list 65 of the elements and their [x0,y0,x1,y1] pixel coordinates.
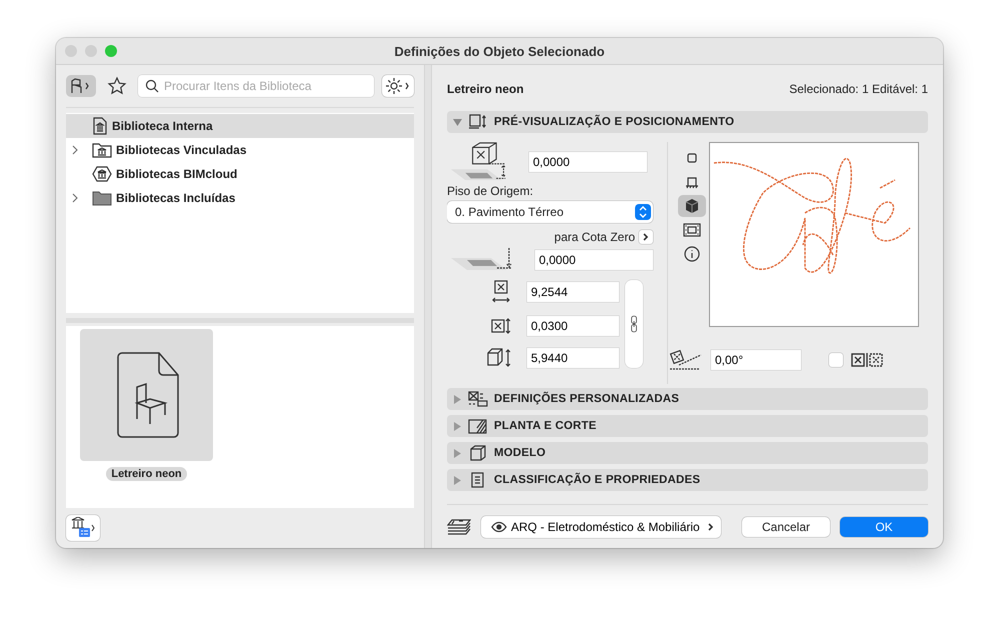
depth-icon [491,318,511,334]
expand-triangle-icon [453,422,462,430]
section-header[interactable]: PRÉ-VISUALIZAÇÃO E POSICIONAMENTO [447,111,928,133]
search-field[interactable]: Procurar Itens da Biblioteca [138,75,374,97]
origin-story-select[interactable]: 0. Pavimento Térreo [447,201,653,223]
search-icon [145,79,159,93]
library-manager-button[interactable] [66,515,100,541]
library-hexagon-icon [92,166,112,182]
width-field[interactable]: 9,2544 [527,282,619,302]
chevron-right-icon[interactable] [70,145,80,155]
depth-field[interactable]: 0,0300 [527,316,619,336]
width-icon [491,280,511,304]
height-field[interactable]: 5,9440 [527,348,619,368]
library-folder-icon [92,142,112,158]
link-button[interactable] [625,280,643,368]
square-icon [687,153,697,163]
section-icon [685,175,699,189]
zero-elevation-field[interactable]: 0,0000 [535,250,653,270]
tree-item[interactable]: Bibliotecas Incluídas [66,186,414,210]
mirror-checkbox[interactable] [829,353,843,367]
tree-item[interactable]: Bibliotecas BIMcloud [66,162,414,186]
collapse-triangle-icon [453,118,462,126]
preview-icon [468,114,488,130]
section-header[interactable]: PLANTA E CORTE [447,415,928,437]
settings-grid-icon [468,391,488,407]
expand-triangle-icon [453,394,462,404]
origin-story-label: Piso de Origem: [447,184,534,198]
section-header[interactable]: MODELO [447,442,928,464]
info-icon [684,246,700,262]
rotation-angle-icon [669,349,703,371]
film-strip-icon [683,223,701,237]
tree-item[interactable]: Bibliotecas Vinculadas [66,138,414,162]
settings-button[interactable] [382,75,414,97]
section-header[interactable]: CLASSIFICAÇÃO E PROPRIEDADES [447,469,928,491]
object-thumbnail[interactable] [80,329,213,461]
window-title: Definições do Objeto Selecionado [393,44,606,58]
zero-level-button[interactable] [639,230,653,244]
view-button[interactable] [678,195,706,217]
library-document-icon [92,117,108,135]
stepper-icon [635,204,651,220]
height-icon [487,348,511,368]
plan-section-icon [468,418,488,434]
angle-field[interactable]: 0,00° [711,350,801,370]
object-name: Letreiro neon [447,82,524,96]
expand-triangle-icon [453,448,462,458]
folder-icon [92,190,112,206]
chair-menu-button[interactable] [66,75,96,97]
chevron-right-icon[interactable] [70,193,80,203]
object-label: Letreiro neon [106,467,187,481]
layers-icon [447,518,471,536]
chevron-right-icon [642,233,650,241]
mirror-icon [851,353,883,367]
cube-icon [684,198,700,214]
elevation-field[interactable]: 0,0000 [529,152,647,172]
chevron-right-icon [707,522,715,530]
eye-icon [491,520,507,532]
cancel-button[interactable]: Cancelar [742,516,830,536]
selection-info: Selecionado: 1 Editável: 1 [789,82,928,96]
expand-triangle-icon [453,476,462,484]
cube-icon [468,445,488,461]
section-header[interactable]: DEFINIÇÕES PERSONALIZADAS [447,388,928,410]
layer-select[interactable]: ARQ - Eletrodoméstico & Mobiliário [481,516,721,538]
zero-level-label: para Cota Zero [554,230,635,244]
ok-button[interactable]: OK [840,516,928,536]
tree-item[interactable]: Biblioteca Interna [66,114,414,138]
